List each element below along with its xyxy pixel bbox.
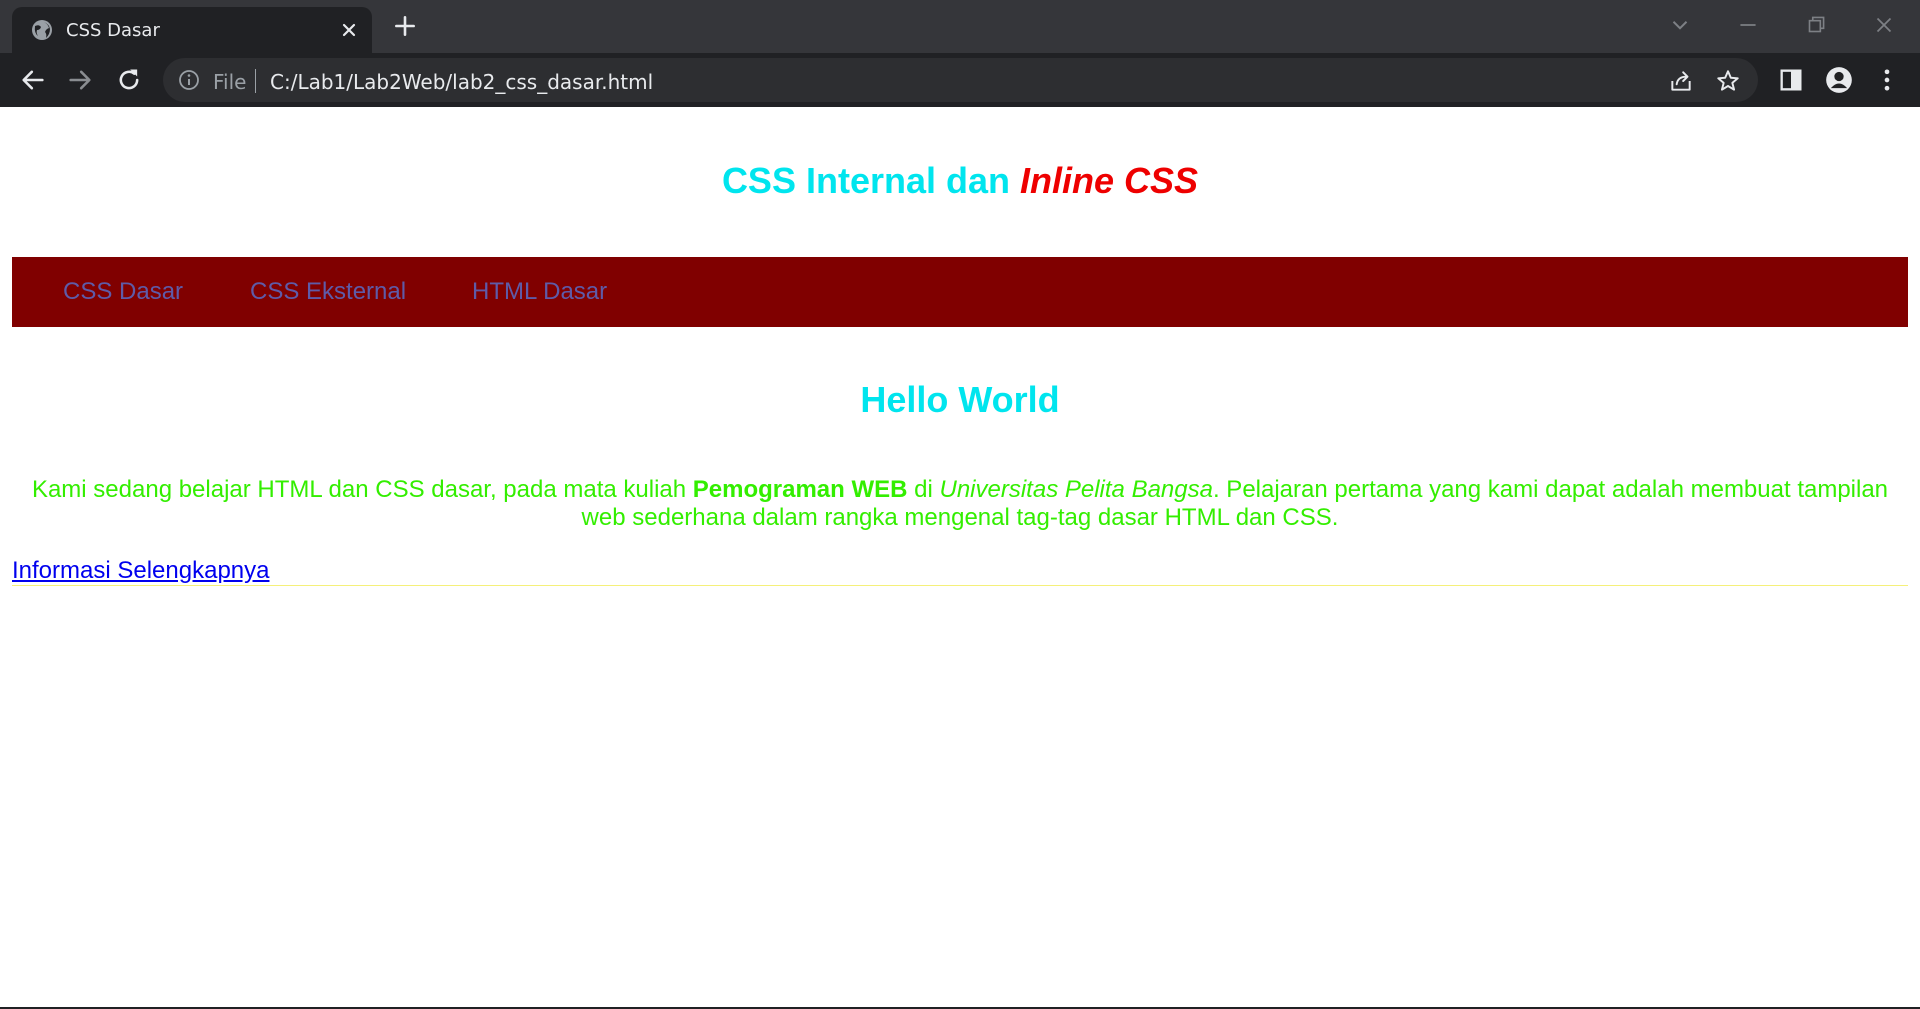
content-heading: Hello World	[860, 379, 1060, 420]
info-icon[interactable]	[177, 68, 201, 92]
page-viewport: CSS Internal dan Inline CSS CSS Dasar CS…	[0, 107, 1920, 1007]
close-icon[interactable]	[337, 18, 361, 42]
globe-icon	[32, 20, 52, 40]
page-title-emphasis: Inline CSS	[1020, 160, 1199, 201]
window-close-icon[interactable]	[1871, 12, 1897, 38]
paragraph-text-1: Kami sedang belajar HTML dan CSS dasar, …	[31, 476, 693, 503]
tab-title: CSS Dasar	[66, 20, 160, 41]
profile-avatar-icon[interactable]	[1825, 66, 1853, 94]
paragraph-bold: Pemograman WEB	[692, 476, 908, 503]
nav-link-css-eksternal[interactable]: CSS Eksternal	[250, 278, 406, 306]
page-title-text: CSS Internal dan	[721, 160, 1010, 201]
plus-icon[interactable]	[392, 13, 418, 39]
restore-icon[interactable]	[1803, 12, 1829, 38]
nav-menu: CSS Dasar CSS Eksternal HTML Dasar	[12, 257, 1908, 327]
file-scheme-label: File	[213, 70, 247, 94]
paragraph-text-2: di	[907, 476, 940, 503]
tab-strip: CSS Dasar	[0, 0, 1920, 53]
url-text[interactable]: C:/Lab1/Lab2Web/lab2_css_dasar.html	[270, 70, 653, 94]
nav-link-css-dasar[interactable]: CSS Dasar	[63, 278, 183, 306]
chevron-down-icon[interactable]	[1667, 12, 1693, 38]
more-info-link[interactable]: Informasi Selengkapnya	[12, 557, 269, 585]
minimize-icon[interactable]	[1735, 12, 1761, 38]
content-paragraph: Kami sedang belajar HTML dan CSS dasar, …	[24, 476, 1896, 532]
kebab-menu-icon[interactable]	[1873, 66, 1901, 94]
star-icon[interactable]	[1715, 68, 1741, 94]
address-separator	[255, 69, 256, 93]
reload-icon[interactable]	[115, 66, 143, 94]
side-panel-icon[interactable]	[1777, 66, 1805, 94]
back-arrow-icon[interactable]	[19, 66, 47, 94]
paragraph-italic: Universitas Pelita Bangsa	[939, 476, 1213, 503]
share-icon[interactable]	[1668, 68, 1694, 94]
forward-arrow-icon[interactable]	[66, 66, 94, 94]
page-title: CSS Internal dan Inline CSS	[0, 160, 1920, 202]
horizontal-rule	[12, 585, 1908, 586]
browser-tab[interactable]: CSS Dasar	[12, 7, 372, 53]
browser-toolbar: File C:/Lab1/Lab2Web/lab2_css_dasar.html	[0, 53, 1920, 107]
nav-link-html-dasar[interactable]: HTML Dasar	[472, 278, 607, 306]
address-bar[interactable]: File C:/Lab1/Lab2Web/lab2_css_dasar.html	[163, 58, 1758, 102]
